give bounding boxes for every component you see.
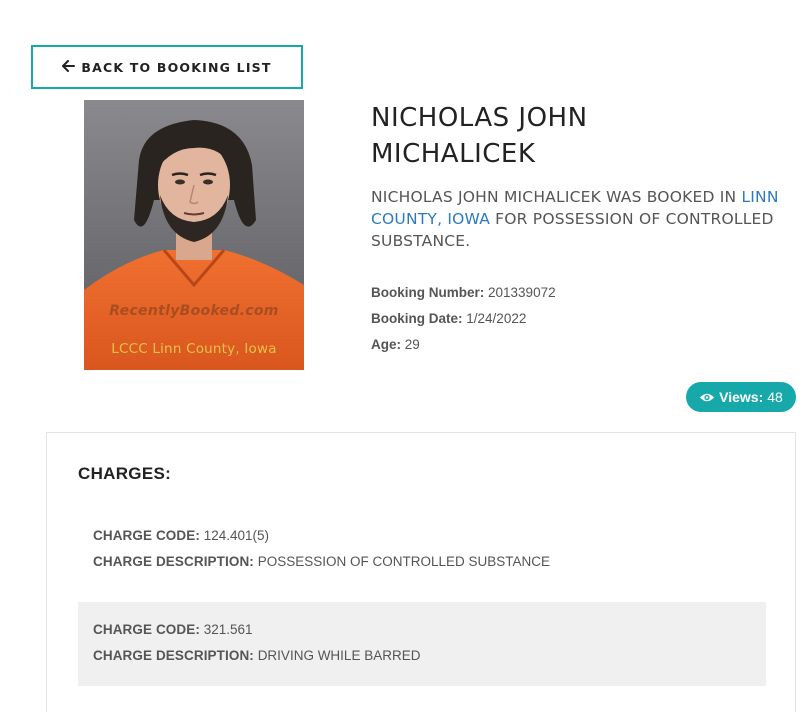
charge-code-label: CHARGE CODE: xyxy=(93,622,200,637)
charges-title: CHARGES: xyxy=(78,464,172,483)
eye-icon xyxy=(699,392,715,403)
booking-date-row: Booking Date: 1/24/2022 xyxy=(371,306,556,332)
back-button-label: BACK TO BOOKING LIST xyxy=(81,59,272,75)
charge-code-row: CHARGE CODE: 321.561 xyxy=(93,617,751,643)
booking-date-label: Booking Date: xyxy=(371,311,463,326)
booking-date-value: 1/24/2022 xyxy=(466,311,527,326)
charge-code-row: CHARGE CODE: 124.401(5) xyxy=(93,523,751,549)
charge-item: CHARGE CODE: 124.401(5) CHARGE DESCRIPTI… xyxy=(78,523,766,575)
person-name-line2: MICHALICEK xyxy=(371,139,536,169)
charges-panel: CHARGES: CHARGE CODE: 124.401(5) CHARGE … xyxy=(46,432,796,712)
age-row: Age: 29 xyxy=(371,332,556,358)
views-badge: Views: 48 xyxy=(686,382,796,412)
charge-description-label: CHARGE DESCRIPTION: xyxy=(93,648,254,663)
mugshot-photo: RecentlyBooked.com LCCC Linn County, Iow… xyxy=(84,100,304,370)
person-name: NICHOLAS JOHN MICHALICEK xyxy=(371,100,671,172)
charge-code-value: 321.561 xyxy=(203,622,253,637)
charge-item: CHARGE CODE: 321.561 CHARGE DESCRIPTION:… xyxy=(78,602,766,686)
charge-code-value: 124.401(5) xyxy=(203,528,270,543)
charge-description-row: CHARGE DESCRIPTION: POSSESSION OF CONTRO… xyxy=(93,549,751,575)
age-label: Age: xyxy=(371,337,401,352)
charge-description-label: CHARGE DESCRIPTION: xyxy=(93,554,254,569)
charge-description-row: CHARGE DESCRIPTION: DRIVING WHILE BARRED xyxy=(93,643,751,669)
summary-prefix: NICHOLAS JOHN MICHALICEK WAS BOOKED IN xyxy=(371,188,737,206)
arrow-left-icon xyxy=(62,59,76,75)
back-to-booking-list-button[interactable]: BACK TO BOOKING LIST xyxy=(31,45,303,89)
mugshot-watermark: RecentlyBooked.com xyxy=(109,303,279,319)
booking-number-row: Booking Number: 201339072 xyxy=(371,280,556,306)
booking-summary: NICHOLAS JOHN MICHALICEK WAS BOOKED IN L… xyxy=(371,186,791,252)
mugshot-caption: LCCC Linn County, Iowa xyxy=(111,341,277,357)
charge-description-value: DRIVING WHILE BARRED xyxy=(257,648,421,663)
age-value: 29 xyxy=(404,337,420,352)
views-label: Views: xyxy=(719,389,764,405)
charge-description-value: POSSESSION OF CONTROLLED SUBSTANCE xyxy=(257,554,550,569)
booking-number-label: Booking Number: xyxy=(371,285,485,300)
charge-code-label: CHARGE CODE: xyxy=(93,528,200,543)
views-count: 48 xyxy=(767,389,783,405)
person-name-line1: NICHOLAS JOHN xyxy=(371,103,588,133)
booking-details: Booking Number: 201339072 Booking Date: … xyxy=(371,280,556,358)
booking-number-value: 201339072 xyxy=(488,285,556,300)
